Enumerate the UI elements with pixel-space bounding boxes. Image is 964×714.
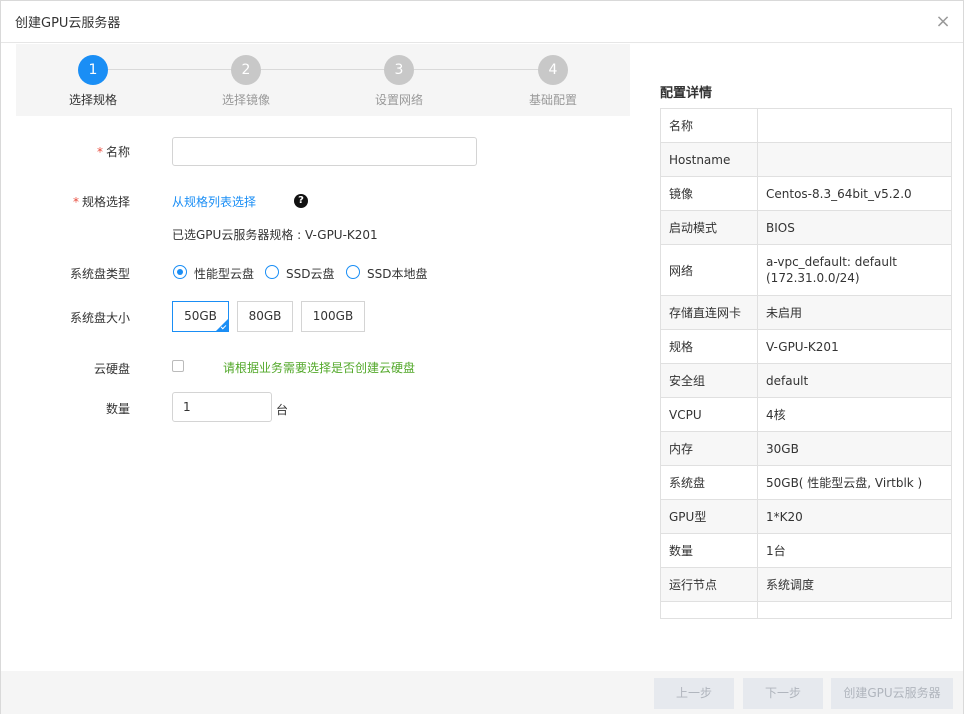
detail-value: 4核 — [766, 407, 786, 422]
quantity-label: 数量 — [105, 402, 130, 416]
detail-key: 规格 — [661, 330, 758, 363]
detail-key: 存储直连网卡 — [661, 296, 758, 329]
next-step-button[interactable]: 下一步 — [743, 678, 823, 709]
dialog-footer: 上一步 下一步 创建GPU云服务器 — [1, 671, 963, 714]
dialog-title: 创建GPU云服务器 — [15, 16, 121, 31]
disk-type-option-label: SSD本地盘 — [367, 267, 428, 281]
step-4-circle: 4 — [538, 55, 568, 85]
required-mark: * — [96, 145, 103, 159]
disk-type-radio-ssd-local[interactable] — [346, 265, 360, 279]
disk-size-label: 系统盘大小 — [69, 311, 130, 325]
quantity-unit: 台 — [276, 403, 289, 417]
disk-type-option-label: 性能型云盘 — [194, 267, 255, 281]
detail-row: 安全组 default — [661, 364, 951, 398]
detail-row: 运行节点 系统调度 — [661, 568, 951, 602]
cloud-disk-label: 云硬盘 — [93, 362, 130, 376]
detail-row: 存储直连网卡 未启用 — [661, 296, 951, 330]
detail-value: 系统调度 — [766, 577, 815, 592]
detail-value: a-vpc_default: default (172.31.0.0/24) — [766, 255, 897, 285]
disk-type-option-label: SSD云盘 — [286, 267, 335, 281]
detail-key: 内存 — [661, 432, 758, 465]
detail-key: 镜像 — [661, 177, 758, 210]
details-table: 名称 Hostname 镜像 Centos-8.3_64bit_v5.2.0 启… — [660, 108, 952, 619]
detail-key: VCPU — [661, 398, 758, 431]
detail-key: 数量 — [661, 534, 758, 567]
disk-size-100gb-button[interactable]: 100GB — [301, 301, 365, 332]
detail-row: 系统盘 50GB( 性能型云盘, Virtblk ) — [661, 466, 951, 500]
detail-row: 名称 — [661, 109, 951, 143]
detail-key: 安全组 — [661, 364, 758, 397]
create-gpu-server-dialog: 创建GPU云服务器 × 1 选择规格 2 选择镜像 3 设置网络 4 基础配置 … — [0, 0, 964, 714]
detail-table-spacer — [661, 602, 951, 618]
selected-spec-text: 已选GPU云服务器规格 : V-GPU-K201 — [172, 228, 378, 242]
detail-value: 1*K20 — [766, 509, 803, 524]
disk-size-50gb-button[interactable]: 50GB — [172, 301, 229, 332]
prev-step-button[interactable]: 上一步 — [654, 678, 734, 709]
detail-value-spacer — [758, 602, 951, 618]
detail-key-spacer — [661, 602, 758, 618]
step-connector — [261, 69, 399, 70]
detail-value: 30GB — [766, 441, 799, 456]
detail-row: 网络 a-vpc_default: default (172.31.0.0/24… — [661, 245, 951, 296]
detail-key: 名称 — [661, 109, 758, 142]
spec-label: * 规格选择 — [72, 195, 130, 209]
detail-value — [758, 109, 951, 142]
close-icon[interactable]: × — [935, 13, 951, 31]
detail-row: 数量 1台 — [661, 534, 951, 568]
details-title: 配置详情 — [660, 86, 713, 101]
dialog-titlebar: 创建GPU云服务器 × — [1, 1, 963, 43]
detail-value — [758, 143, 951, 176]
wizard-steps: 1 选择规格 2 选择镜像 3 设置网络 4 基础配置 — [16, 44, 630, 116]
detail-row: 启动模式 BIOS — [661, 211, 951, 245]
detail-value: Centos-8.3_64bit_v5.2.0 — [766, 186, 912, 201]
disk-type-radio-ssd[interactable] — [265, 265, 279, 279]
step-connector — [108, 69, 246, 70]
select-from-spec-list-link[interactable]: 从规格列表选择 — [172, 193, 256, 210]
detail-value: BIOS — [766, 220, 795, 235]
detail-row: Hostname — [661, 143, 951, 177]
detail-value: 未启用 — [766, 305, 803, 320]
step-2-label: 选择镜像 — [221, 93, 270, 107]
detail-row: 镜像 Centos-8.3_64bit_v5.2.0 — [661, 177, 951, 211]
detail-value: V-GPU-K201 — [766, 339, 839, 354]
cloud-disk-checkbox[interactable] — [172, 360, 184, 372]
detail-row: VCPU 4核 — [661, 398, 951, 432]
disk-type-radio-performance[interactable] — [173, 265, 187, 279]
create-gpu-server-button[interactable]: 创建GPU云服务器 — [831, 678, 953, 709]
detail-key: Hostname — [661, 143, 758, 176]
disk-type-label: 系统盘类型 — [69, 267, 130, 281]
detail-row: GPU型 1*K20 — [661, 500, 951, 534]
step-1-circle: 1 — [78, 55, 108, 85]
step-3-circle: 3 — [384, 55, 414, 85]
quantity-input[interactable] — [172, 392, 272, 422]
detail-value: default — [766, 373, 809, 388]
disk-size-80gb-button[interactable]: 80GB — [237, 301, 293, 332]
detail-key: 系统盘 — [661, 466, 758, 499]
help-icon[interactable]: ? — [294, 194, 308, 208]
cloud-disk-hint: 请根据业务需要选择是否创建云硬盘 — [223, 361, 416, 375]
detail-row: 规格 V-GPU-K201 — [661, 330, 951, 364]
name-label: * 名称 — [96, 145, 130, 159]
detail-key: 运行节点 — [661, 568, 758, 601]
detail-value: 50GB( 性能型云盘, Virtblk ) — [766, 475, 923, 490]
step-3-label: 设置网络 — [374, 93, 423, 107]
detail-key: GPU型 — [661, 500, 758, 533]
step-connector — [414, 69, 553, 70]
step-4-label: 基础配置 — [528, 93, 577, 107]
detail-key: 网络 — [661, 245, 758, 295]
required-mark: * — [72, 195, 79, 209]
step-1-label: 选择规格 — [68, 93, 117, 107]
detail-value: 1台 — [766, 543, 786, 558]
detail-key: 启动模式 — [661, 211, 758, 244]
step-2-circle: 2 — [231, 55, 261, 85]
name-input[interactable] — [172, 137, 477, 166]
detail-row: 内存 30GB — [661, 432, 951, 466]
